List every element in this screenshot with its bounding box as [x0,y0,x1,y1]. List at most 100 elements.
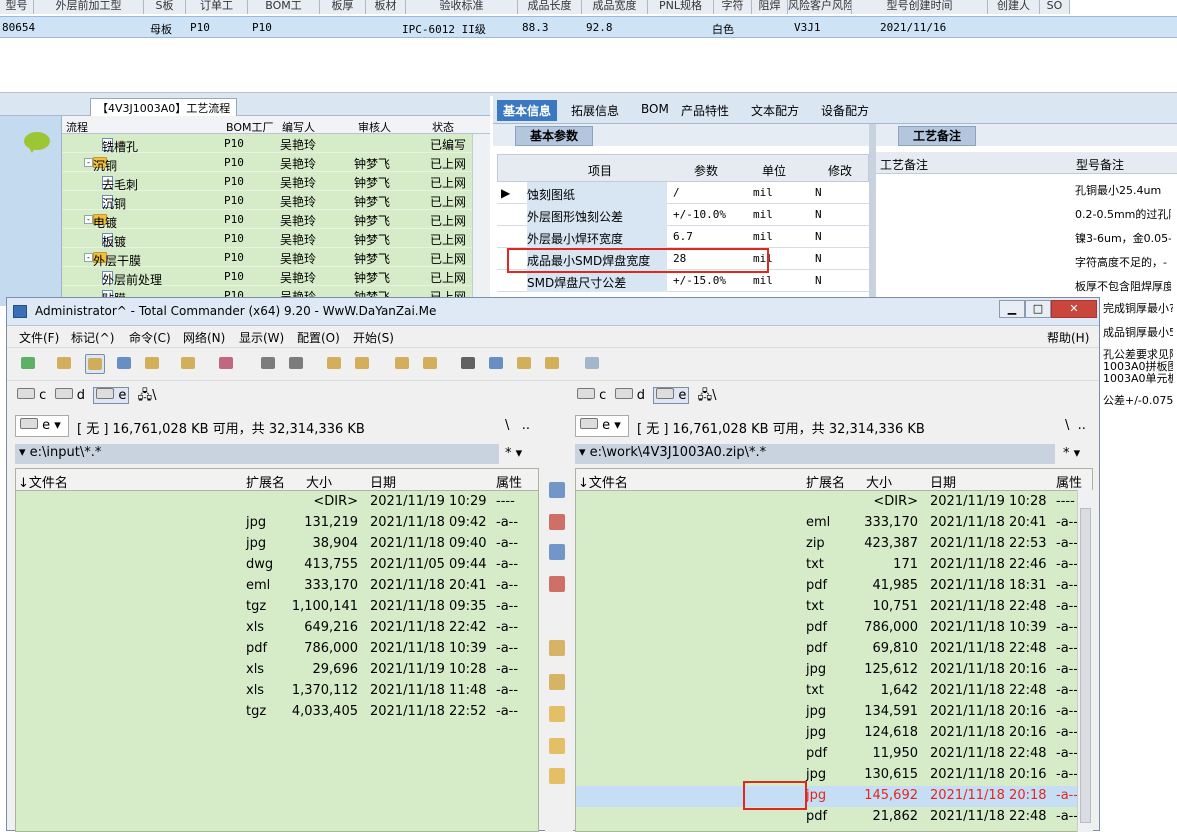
grid-header[interactable]: 阻焊 [752,0,788,14]
col-header[interactable]: BOM工厂 [226,119,274,135]
param-value[interactable]: / [673,186,680,199]
file-row[interactable]: Q14V3J1003A0(LXHUA)2021-...xls649,216202… [16,618,538,639]
col-header[interactable]: 工艺备注 [880,156,928,173]
grid-header[interactable]: 型号创建时间 [852,0,988,14]
col-header[interactable]: 审核人 [358,119,391,135]
grid-header[interactable]: 风险客户风险 [788,0,852,14]
move-icon[interactable] [549,576,565,592]
collapse-icon[interactable]: - [84,253,93,262]
chat-bubble-icon[interactable] [24,132,50,153]
grid-header[interactable]: 成品宽度 [582,0,648,14]
col-name[interactable]: ↓文件名 [578,472,628,491]
flow-row[interactable]: - 电镀 P10 吴艳玲 钟梦飞 已上网 [62,210,472,230]
menu-file[interactable]: 文件(F) [19,329,59,346]
param-row[interactable]: 外层图形蚀刻公差 +/-10.0% mil N [497,204,869,226]
col-size[interactable]: 大小 [866,472,892,491]
file-row[interactable]: 4v3j1003a0_drl_mappdf11,9502021/11/18 22… [576,744,1092,765]
notepad-icon[interactable] [583,354,603,374]
file-row[interactable]: yy4v3j1003a0tgz1,100,1412021/11/18 09:35… [16,597,538,618]
flow-row[interactable]: - 沉铜 P10 吴艳玲 钟梦飞 已上网 [62,153,472,173]
file-row[interactable]: 4V3J1003A0-预审指示xls1,370,1122021/11/18 11… [16,681,538,702]
flow-row[interactable]: - 外层干膜 P10 吴艳玲 钟梦飞 已上网 [62,248,472,268]
flow-row[interactable]: 去毛刺 P10 吴艳玲 钟梦飞 已上网 [62,172,472,192]
right-filter[interactable]: * ▾ [1063,446,1080,468]
file-row[interactable]: 4v3j1003a0_cs_最小SMD28.30...jpg145,692202… [576,786,1092,807]
menu-net[interactable]: 网络(N) [183,329,225,346]
grid-header[interactable]: 板厚 [320,0,366,14]
folder-icon[interactable] [549,738,565,754]
file-row[interactable]: 4v3j1003a0_newtxt1,6422021/11/18 22:48-a… [576,681,1092,702]
file-row[interactable]: 4v3j1003a0_ss_最小线宽11.811jpg125,6122021/1… [576,660,1092,681]
grid-row[interactable]: 80654 母板 P10 P10 IPC-6012 II级 88.3 92.8 … [0,16,1177,38]
folder-icon[interactable] [549,706,565,722]
file-row[interactable]: 4v3j1003a0优化清单txt1712021/11/18 22:46-a-- [576,555,1092,576]
file-row[interactable]: Q14V3J1003A0(LXHUA)2021-...zip423,387202… [576,534,1092,555]
pack-icon[interactable] [325,354,345,374]
file-row[interactable]: ⇧[..]<DIR>2021/11/19 10:28---- [576,492,1092,513]
sync-icon[interactable] [515,354,535,374]
file-row[interactable]: 4v3j1003a0_bspdf21,8622021/11/18 22:48-a… [576,807,1092,828]
grid-header[interactable]: 型号 [0,0,34,14]
pin-icon[interactable] [217,354,237,374]
menu-commands[interactable]: 命令(C) [129,329,171,346]
col-header[interactable]: 项目 [588,162,612,179]
flow-row[interactable]: 外层前处理 P10 吴艳玲 钟梦飞 已上网 [62,267,472,287]
file-row[interactable]: 4v3j1003a0各层更改清单txt10,7512021/11/18 22:4… [576,597,1092,618]
file-row[interactable]: 4V3J1003A0拼板图pdf41,9852021/11/18 18:31-a… [576,576,1092,597]
grid-header[interactable]: 字符 [714,0,752,14]
grid-header[interactable]: 订单工 [186,0,248,14]
grid-header[interactable]: PNL规格 [648,0,714,14]
col-ext[interactable]: 扩展名 [806,472,845,491]
ftp-icon[interactable] [393,354,413,374]
network-drive-button[interactable]: 🖧\ [138,388,157,403]
search-icon[interactable] [459,354,479,374]
col-date[interactable]: 日期 [930,472,956,491]
pack-icon[interactable] [549,640,565,656]
flow-row[interactable]: 板镀 P10 吴艳玲 钟梦飞 已上网 [62,229,472,249]
right-scrollbar[interactable] [1077,490,1093,832]
edit-icon[interactable] [549,514,565,530]
scrollbar[interactable] [472,134,490,306]
col-attr[interactable]: 属性 [496,472,522,491]
tab-equipment-recipe[interactable]: 设备配方 [821,102,869,119]
file-row[interactable]: ⇧[..]<DIR>2021/11/19 10:29---- [16,492,538,513]
file-row[interactable]: 拼板图2jpg131,2192021/11/18 09:42-a-- [16,513,538,534]
scroll-thumb[interactable] [1080,508,1091,823]
left-drive-combo[interactable]: e ▾ [15,415,69,437]
grid-header[interactable]: 验收标准 [406,0,518,14]
file-row[interactable]: 4V3J1003A0制作单xls29,6962021/11/19 10:28-a… [16,660,538,681]
title-bar[interactable]: Administrator^ - Total Commander (x64) 9… [7,298,1099,326]
grid-header[interactable]: 板材 [366,0,406,14]
url-icon[interactable] [421,354,441,374]
drive-d-button[interactable]: d [54,388,85,403]
col-date[interactable]: 日期 [370,472,396,491]
copy-icon[interactable] [549,544,565,560]
drive-d-button[interactable]: d [614,388,645,403]
col-header[interactable]: 参数 [694,162,718,179]
flow-row[interactable]: 沉铜 P10 吴艳玲 钟梦飞 已上网 [62,191,472,211]
col-header[interactable]: 单位 [762,162,786,179]
param-row[interactable]: ▶ 蚀刻图纸 / mil N [497,182,869,204]
col-ext[interactable]: 扩展名 [246,472,285,491]
grid-header[interactable]: 外层前加工型 [34,0,144,14]
col-size[interactable]: 大小 [306,472,332,491]
col-header[interactable]: 状态 [432,119,454,135]
menu-help[interactable]: 帮助(H) [1047,329,1089,346]
file-row[interactable]: 答复_4V3J1003A0工程问题确...eml333,1702021/11/1… [576,513,1092,534]
drive-e-button[interactable]: e [93,387,130,404]
file-row[interactable]: 4v3j1003a0_L2_最小线宽11.81...jpg124,6182021… [576,723,1092,744]
tab-product-features[interactable]: 产品特性 [681,102,729,119]
maximize-button[interactable]: □ [1025,300,1051,318]
tab-basic-params[interactable]: 基本参数 [515,126,593,146]
grid-header[interactable]: BOM工 [248,0,320,14]
menu-show[interactable]: 显示(W) [239,329,284,346]
brief-view-icon[interactable] [55,354,75,374]
forward-icon[interactable] [287,354,307,374]
right-path[interactable]: ▾ e:\work\4V3J1003A0.zip\*.* [575,444,1055,464]
tab-bom[interactable]: BOM [641,102,669,116]
left-root-button[interactable]: \ .. [505,418,530,440]
file-row[interactable]: 答复_4V3J1003A0工程问题确...eml333,1702021/11/1… [16,576,538,597]
new-folder-icon[interactable] [549,674,565,690]
file-row[interactable]: 4v3j1003a0_tspdf69,8102021/11/18 22:48-a… [576,639,1092,660]
col-header[interactable]: 型号备注 [1076,156,1124,173]
